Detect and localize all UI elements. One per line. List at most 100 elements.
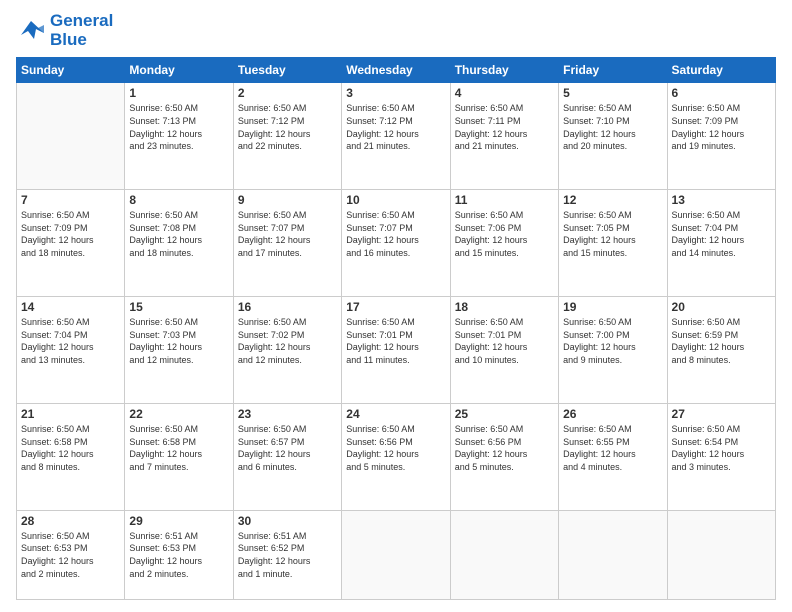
day-info: Sunrise: 6:50 AM Sunset: 6:54 PM Dayligh… (672, 423, 771, 473)
weekday-header-sunday: Sunday (17, 58, 125, 83)
calendar-cell: 17 Sunrise: 6:50 AM Sunset: 7:01 PM Dayli… (342, 297, 450, 404)
day-info: Sunrise: 6:51 AM Sunset: 6:53 PM Dayligh… (129, 530, 228, 580)
day-info: Sunrise: 6:50 AM Sunset: 7:07 PM Dayligh… (346, 209, 445, 259)
day-number: 24 (346, 407, 445, 421)
day-number: 25 (455, 407, 554, 421)
day-number: 17 (346, 300, 445, 314)
calendar-cell (450, 510, 558, 599)
day-info: Sunrise: 6:50 AM Sunset: 7:09 PM Dayligh… (672, 102, 771, 152)
calendar-cell: 11 Sunrise: 6:50 AM Sunset: 7:06 PM Dayli… (450, 190, 558, 297)
day-number: 19 (563, 300, 662, 314)
day-info: Sunrise: 6:50 AM Sunset: 7:05 PM Dayligh… (563, 209, 662, 259)
calendar-cell: 26 Sunrise: 6:50 AM Sunset: 6:55 PM Dayli… (559, 404, 667, 511)
day-number: 14 (21, 300, 120, 314)
calendar-cell: 6 Sunrise: 6:50 AM Sunset: 7:09 PM Daylig… (667, 83, 775, 190)
day-info: Sunrise: 6:50 AM Sunset: 6:55 PM Dayligh… (563, 423, 662, 473)
week-row-5: 28 Sunrise: 6:50 AM Sunset: 6:53 PM Dayli… (17, 510, 776, 599)
calendar-cell: 25Sunrise: 6:50 AM Sunset: 6:56 PM Dayli… (450, 404, 558, 511)
day-number: 6 (672, 86, 771, 100)
calendar-table: SundayMondayTuesdayWednesdayThursdayFrid… (16, 57, 776, 600)
calendar-cell: 30 Sunrise: 6:51 AM Sunset: 6:52 PM Dayli… (233, 510, 341, 599)
day-number: 20 (672, 300, 771, 314)
day-info: Sunrise: 6:50 AM Sunset: 6:59 PM Dayligh… (672, 316, 771, 366)
calendar-cell: 5 Sunrise: 6:50 AM Sunset: 7:10 PM Daylig… (559, 83, 667, 190)
calendar-cell: 21Sunrise: 6:50 AM Sunset: 6:58 PM Dayli… (17, 404, 125, 511)
calendar-cell: 23 Sunrise: 6:50 AM Sunset: 6:57 PM Dayli… (233, 404, 341, 511)
day-info: Sunrise: 6:50 AM Sunset: 6:57 PM Dayligh… (238, 423, 337, 473)
calendar-cell: 28 Sunrise: 6:50 AM Sunset: 6:53 PM Dayli… (17, 510, 125, 599)
day-info: Sunrise: 6:50 AM Sunset: 7:00 PM Dayligh… (563, 316, 662, 366)
calendar-cell: 4Sunrise: 6:50 AM Sunset: 7:11 PM Daylig… (450, 83, 558, 190)
day-info: Sunrise: 6:50 AM Sunset: 6:56 PM Dayligh… (346, 423, 445, 473)
calendar-cell: 8Sunrise: 6:50 AM Sunset: 7:08 PM Daylig… (125, 190, 233, 297)
calendar-cell: 2 Sunrise: 6:50 AM Sunset: 7:12 PM Daylig… (233, 83, 341, 190)
day-info: Sunrise: 6:50 AM Sunset: 7:12 PM Dayligh… (238, 102, 337, 152)
day-number: 5 (563, 86, 662, 100)
weekday-header-saturday: Saturday (667, 58, 775, 83)
day-number: 21 (21, 407, 120, 421)
day-info: Sunrise: 6:50 AM Sunset: 7:01 PM Dayligh… (455, 316, 554, 366)
week-row-1: 1 Sunrise: 6:50 AM Sunset: 7:13 PM Daylig… (17, 83, 776, 190)
calendar-cell (342, 510, 450, 599)
day-number: 22 (129, 407, 228, 421)
day-number: 16 (238, 300, 337, 314)
day-info: Sunrise: 6:50 AM Sunset: 6:53 PM Dayligh… (21, 530, 120, 580)
day-info: Sunrise: 6:50 AM Sunset: 7:07 PM Dayligh… (238, 209, 337, 259)
calendar-cell (17, 83, 125, 190)
day-number: 27 (672, 407, 771, 421)
day-info: Sunrise: 6:50 AM Sunset: 7:01 PM Dayligh… (346, 316, 445, 366)
calendar-cell: 13Sunrise: 6:50 AM Sunset: 7:04 PM Dayli… (667, 190, 775, 297)
logo-text-line2: Blue (50, 31, 113, 50)
day-number: 2 (238, 86, 337, 100)
day-number: 1 (129, 86, 228, 100)
day-info: Sunrise: 6:51 AM Sunset: 6:52 PM Dayligh… (238, 530, 337, 580)
calendar-cell: 15Sunrise: 6:50 AM Sunset: 7:03 PM Dayli… (125, 297, 233, 404)
day-info: Sunrise: 6:50 AM Sunset: 7:11 PM Dayligh… (455, 102, 554, 152)
day-info: Sunrise: 6:50 AM Sunset: 7:10 PM Dayligh… (563, 102, 662, 152)
day-number: 26 (563, 407, 662, 421)
calendar-cell: 7 Sunrise: 6:50 AM Sunset: 7:09 PM Daylig… (17, 190, 125, 297)
day-number: 7 (21, 193, 120, 207)
day-info: Sunrise: 6:50 AM Sunset: 7:13 PM Dayligh… (129, 102, 228, 152)
week-row-3: 14 Sunrise: 6:50 AM Sunset: 7:04 PM Dayli… (17, 297, 776, 404)
weekday-header-thursday: Thursday (450, 58, 558, 83)
week-row-2: 7 Sunrise: 6:50 AM Sunset: 7:09 PM Daylig… (17, 190, 776, 297)
week-row-4: 21 Sunrise: 6:50 AM Sunset: 6:58 PM Dayli… (17, 404, 776, 511)
weekday-header-monday: Monday (125, 58, 233, 83)
day-info: Sunrise: 6:50 AM Sunset: 7:09 PM Dayligh… (21, 209, 120, 259)
day-number: 3 (346, 86, 445, 100)
day-info: Sunrise: 6:50 AM Sunset: 7:06 PM Dayligh… (455, 209, 554, 259)
calendar-cell: 24 Sunrise: 6:50 AM Sunset: 6:56 PM Dayli… (342, 404, 450, 511)
day-number: 28 (21, 514, 120, 528)
day-number: 23 (238, 407, 337, 421)
calendar-cell: 10 Sunrise: 6:50 AM Sunset: 7:07 PM Dayli… (342, 190, 450, 297)
calendar-cell: 3 Sunrise: 6:50 AM Sunset: 7:12 PM Daylig… (342, 83, 450, 190)
calendar-cell: 20 Sunrise: 6:50 AM Sunset: 6:59 PM Dayli… (667, 297, 775, 404)
day-info: Sunrise: 6:50 AM Sunset: 6:58 PM Dayligh… (129, 423, 228, 473)
day-info: Sunrise: 6:50 AM Sunset: 7:12 PM Dayligh… (346, 102, 445, 152)
weekday-header-friday: Friday (559, 58, 667, 83)
calendar-cell: 29Sunrise: 6:51 AM Sunset: 6:53 PM Dayli… (125, 510, 233, 599)
calendar-cell: 27 Sunrise: 6:50 AM Sunset: 6:54 PM Dayli… (667, 404, 775, 511)
day-info: Sunrise: 6:50 AM Sunset: 7:04 PM Dayligh… (21, 316, 120, 366)
calendar-cell: 14 Sunrise: 6:50 AM Sunset: 7:04 PM Dayli… (17, 297, 125, 404)
weekday-header-wednesday: Wednesday (342, 58, 450, 83)
day-number: 11 (455, 193, 554, 207)
day-number: 15 (129, 300, 228, 314)
logo: General Blue (16, 12, 113, 49)
calendar-cell: 9Sunrise: 6:50 AM Sunset: 7:07 PM Daylig… (233, 190, 341, 297)
logo-text-line1: General (50, 12, 113, 31)
calendar-cell: 12 Sunrise: 6:50 AM Sunset: 7:05 PM Dayli… (559, 190, 667, 297)
weekday-header-tuesday: Tuesday (233, 58, 341, 83)
logo-icon (16, 19, 46, 43)
calendar-cell: 22 Sunrise: 6:50 AM Sunset: 6:58 PM Dayli… (125, 404, 233, 511)
day-number: 30 (238, 514, 337, 528)
day-number: 10 (346, 193, 445, 207)
page: General Blue SundayMondayTuesdayWednesda… (0, 0, 792, 612)
calendar-cell: 1 Sunrise: 6:50 AM Sunset: 7:13 PM Daylig… (125, 83, 233, 190)
weekday-header-row: SundayMondayTuesdayWednesdayThursdayFrid… (17, 58, 776, 83)
day-info: Sunrise: 6:50 AM Sunset: 7:04 PM Dayligh… (672, 209, 771, 259)
day-number: 12 (563, 193, 662, 207)
day-info: Sunrise: 6:50 AM Sunset: 7:02 PM Dayligh… (238, 316, 337, 366)
day-number: 18 (455, 300, 554, 314)
